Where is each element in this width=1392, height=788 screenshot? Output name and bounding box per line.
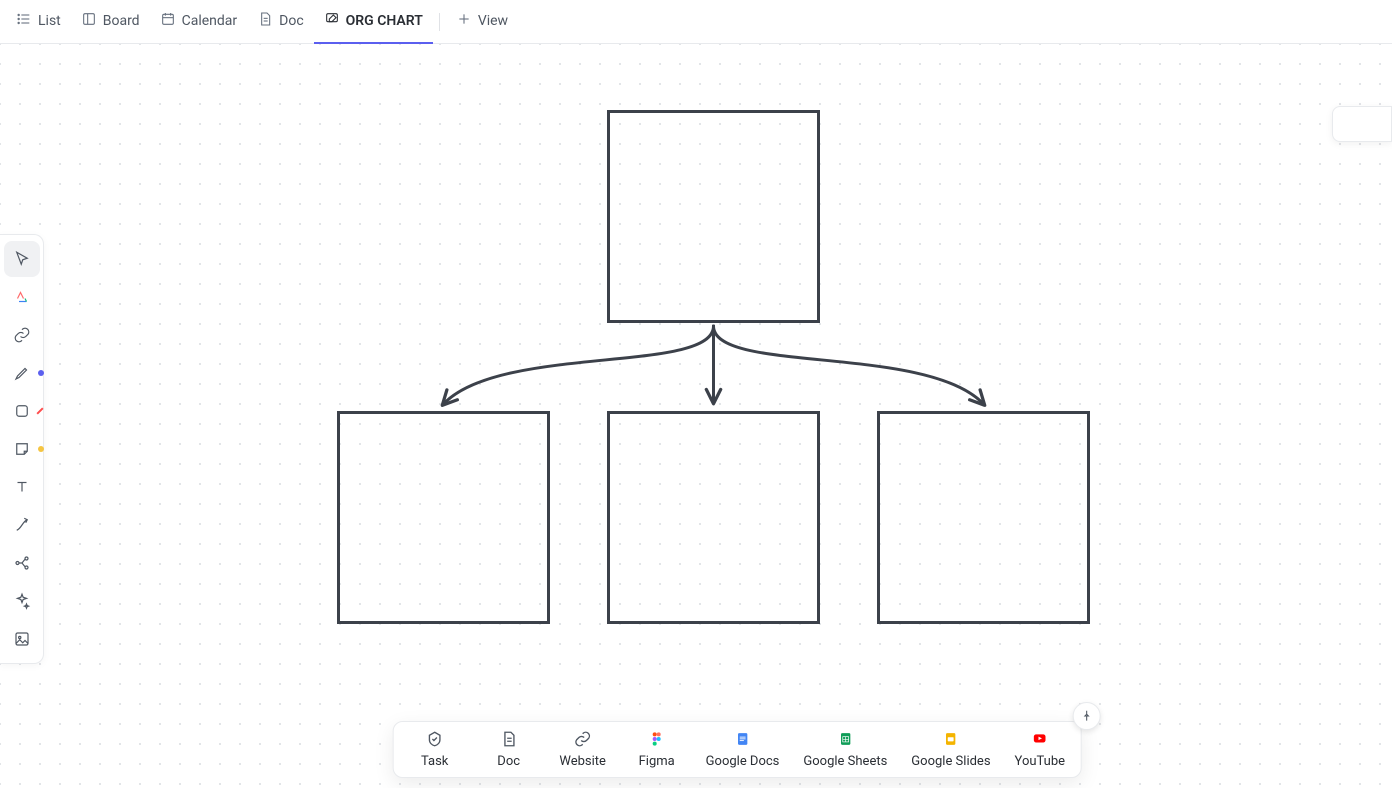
embed-google-sheets[interactable]: Google Sheets	[803, 730, 887, 769]
org-chart-root-box[interactable]	[607, 110, 820, 323]
doc-icon	[500, 730, 518, 748]
drawing-toolbar	[0, 234, 44, 664]
doc-icon	[257, 11, 273, 31]
tab-list[interactable]: List	[6, 0, 71, 44]
embed-figma[interactable]: Figma	[632, 730, 682, 769]
pin-toolbar-button[interactable]	[1073, 702, 1101, 730]
task-icon	[426, 730, 444, 748]
embed-label: Google Docs	[706, 754, 780, 769]
org-chart-child-box-middle[interactable]	[607, 411, 820, 624]
select-tool[interactable]	[4, 241, 40, 277]
embed-label: Doc	[497, 754, 520, 769]
youtube-icon	[1031, 730, 1049, 748]
list-icon	[16, 11, 32, 31]
calendar-icon	[160, 11, 176, 31]
color-dot	[38, 370, 44, 376]
embed-label: Task	[421, 754, 448, 769]
tab-label: Board	[103, 13, 140, 29]
embed-label: Website	[559, 754, 606, 769]
tab-doc[interactable]: Doc	[247, 0, 314, 44]
board-icon	[81, 11, 97, 31]
canvas-controls-pill[interactable]	[1332, 106, 1392, 142]
tab-label: ORG CHART	[346, 13, 423, 29]
org-chart-child-box-right[interactable]	[877, 411, 1090, 624]
shape-tool[interactable]	[4, 393, 40, 429]
separator	[439, 13, 440, 31]
embed-label: Google Slides	[911, 754, 990, 769]
embed-doc[interactable]: Doc	[484, 730, 534, 769]
google-slides-icon	[942, 730, 960, 748]
embed-website[interactable]: Website	[558, 730, 608, 769]
color-dot	[36, 407, 43, 414]
plus-icon	[456, 11, 472, 31]
generate-tool[interactable]	[4, 583, 40, 619]
google-sheets-icon	[836, 730, 854, 748]
tab-calendar[interactable]: Calendar	[150, 0, 248, 44]
image-tool[interactable]	[4, 621, 40, 657]
connector-tool[interactable]	[4, 507, 40, 543]
ai-tool[interactable]	[4, 279, 40, 315]
figma-icon	[648, 730, 666, 748]
tab-label: View	[478, 13, 508, 29]
tab-label: Calendar	[182, 13, 238, 29]
org-chart-child-box-left[interactable]	[337, 411, 550, 624]
text-tool[interactable]	[4, 469, 40, 505]
sticky-note-tool[interactable]	[4, 431, 40, 467]
tab-label: List	[38, 13, 61, 29]
embed-label: Figma	[639, 754, 675, 769]
tab-label: Doc	[279, 13, 304, 29]
link-icon	[574, 730, 592, 748]
tab-orgchart[interactable]: ORG CHART	[314, 0, 433, 44]
embed-google-docs[interactable]: Google Docs	[706, 730, 780, 769]
embed-toolbar: Task Doc Website Figma Google Docs	[393, 721, 1082, 778]
google-docs-icon	[734, 730, 752, 748]
color-dot	[38, 446, 44, 452]
embed-youtube[interactable]: YouTube	[1015, 730, 1066, 769]
whiteboard-icon	[324, 11, 340, 31]
embed-label: YouTube	[1015, 754, 1066, 769]
embed-label: Google Sheets	[803, 754, 887, 769]
tab-board[interactable]: Board	[71, 0, 150, 44]
highlighter-tool[interactable]	[4, 355, 40, 391]
link-tool[interactable]	[4, 317, 40, 353]
view-tabs-bar: List Board Calendar Doc ORG CHART View	[0, 0, 1392, 44]
embed-google-slides[interactable]: Google Slides	[911, 730, 990, 769]
whiteboard-canvas[interactable]: Task Doc Website Figma Google Docs	[0, 44, 1392, 788]
mindmap-tool[interactable]	[4, 545, 40, 581]
embed-task[interactable]: Task	[410, 730, 460, 769]
tab-add-view[interactable]: View	[446, 0, 518, 44]
